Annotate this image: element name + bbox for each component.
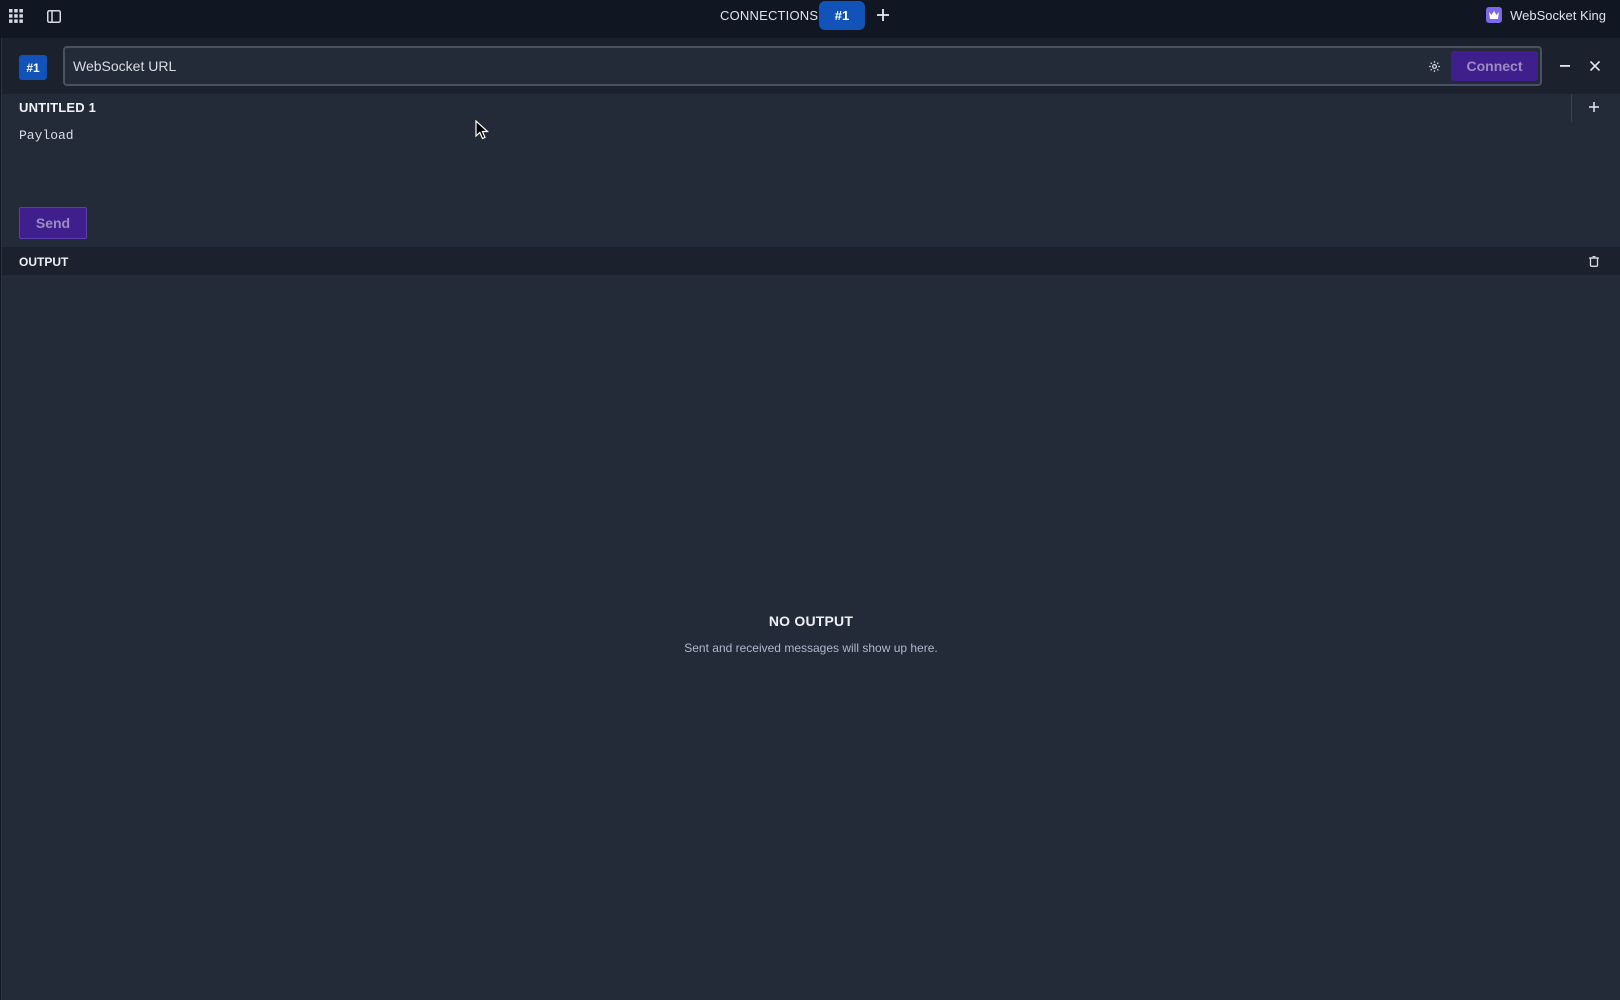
plus-icon[interactable] [873,5,893,25]
send-button[interactable]: Send [19,207,87,239]
websocket-url-input[interactable] [73,48,1373,84]
tab-connection-1[interactable]: #1 [819,1,865,30]
tab-label: #1 [834,8,850,23]
url-field-wrapper: Connect [63,46,1542,86]
brand-name: WebSocket King [1510,7,1606,23]
connection-badge-label: #1 [26,60,40,75]
brand[interactable]: WebSocket King [1486,7,1606,23]
empty-output-state: NO OUTPUT Sent and received messages wil… [2,613,1620,655]
connection-badge: #1 [19,55,47,80]
gear-icon[interactable] [1425,57,1443,75]
mouse-cursor-icon [475,120,489,140]
divider [1571,94,1572,122]
empty-output-title: NO OUTPUT [768,613,854,629]
connect-button[interactable]: Connect [1451,51,1538,81]
connections-link[interactable]: CONNECTIONS [720,8,818,24]
close-icon[interactable] [1587,58,1603,74]
plus-icon[interactable] [1586,99,1602,115]
title-bar: CONNECTIONS #1 WebSocket King [0,0,1620,38]
empty-output-subtitle: Sent and received messages will show up … [684,641,938,655]
url-toolbar: #1 Connect [2,38,1620,94]
output-header: OUTPUT [2,247,1620,275]
payload-input[interactable] [19,128,1579,188]
minus-icon[interactable] [1557,58,1573,74]
output-label: OUTPUT [19,255,69,269]
crown-icon [1486,7,1503,23]
trash-icon[interactable] [1586,253,1602,269]
message-title[interactable]: UNTITLED 1 [19,100,96,115]
grid-icon[interactable] [6,6,26,26]
connection-panel: #1 Connect UNTITLED 1 Send [1,38,1620,1000]
sidebar-toggle-icon[interactable] [44,6,64,26]
